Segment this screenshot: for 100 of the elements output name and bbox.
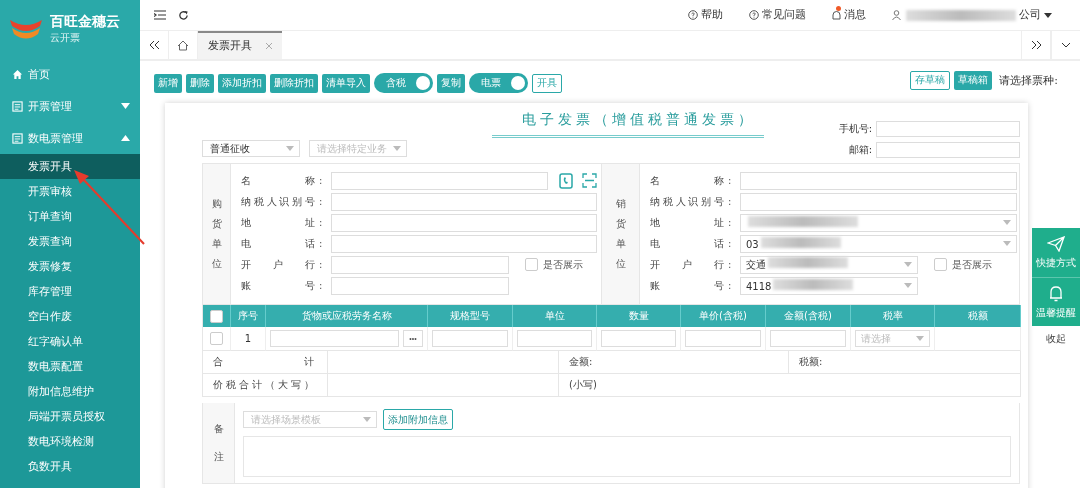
menu-icon[interactable] — [154, 10, 166, 20]
sidebar-subitem[interactable]: 订单查询 — [0, 204, 140, 229]
checkbox[interactable] — [210, 332, 223, 345]
sidebar-subitem[interactable]: 空白作废 — [0, 304, 140, 329]
input-field[interactable] — [876, 121, 1020, 137]
input-field[interactable] — [740, 171, 1017, 190]
brand-subtitle: 云开票 — [50, 31, 81, 45]
lowercase-label: (小写) — [569, 378, 597, 392]
sidebar-item[interactable]: 首页 — [0, 58, 140, 90]
sidebar-subitem[interactable]: 数电环境检测 — [0, 429, 140, 454]
select-field[interactable]: 请选择 — [855, 330, 930, 347]
bell-icon — [1049, 284, 1063, 302]
checkbox[interactable] — [934, 258, 947, 271]
scan-icon[interactable] — [582, 172, 597, 188]
scroll-left-icon[interactable] — [148, 40, 160, 50]
refresh-icon[interactable] — [178, 9, 189, 21]
user-icon — [892, 10, 901, 20]
checkbox[interactable] — [210, 309, 223, 323]
sidebar-subitem[interactable]: 开票审核 — [0, 179, 140, 204]
toggle-switch[interactable]: 电票 — [469, 73, 528, 93]
colon: : — [319, 175, 324, 186]
messages-link[interactable]: 消息 — [832, 8, 866, 22]
help-link[interactable]: 常见问题 — [749, 8, 806, 22]
side-label: 购货单位 — [211, 197, 222, 271]
invoice-icon — [12, 132, 23, 144]
total-label: 合计 — [213, 355, 317, 369]
sidebar-subitem[interactable]: 附加信息维护 — [0, 379, 140, 404]
toggle-switch[interactable]: 含税 — [374, 73, 433, 93]
amount-label: 金额: — [569, 355, 593, 369]
input-field[interactable] — [331, 276, 509, 295]
sidebar-subitem[interactable]: 库存管理 — [0, 279, 140, 304]
input-field[interactable] — [601, 330, 676, 347]
field-label: 账号 — [241, 278, 315, 293]
input-field[interactable] — [770, 330, 846, 347]
shortcut-button[interactable]: 快捷方式 — [1032, 228, 1080, 277]
home-icon — [12, 68, 23, 80]
field-label: 邮箱: — [848, 143, 872, 157]
shortcut-button[interactable]: 温馨提醒 — [1032, 277, 1080, 326]
input-field[interactable] — [517, 330, 592, 347]
scroll-right-icon[interactable] — [1030, 40, 1042, 50]
toolbar-button[interactable]: 清单导入 — [322, 73, 370, 93]
colon: : — [728, 217, 733, 228]
toolbar-button[interactable]: 草稿箱 — [954, 71, 993, 90]
close-icon[interactable] — [266, 43, 272, 49]
bell-icon — [832, 9, 841, 21]
sidebar-item[interactable]: 数电票管理 — [0, 122, 140, 154]
side-label: 备注 — [213, 421, 224, 464]
column-header: 税额 — [935, 305, 1021, 327]
sidebar-item[interactable]: 开票管理 — [0, 90, 140, 122]
field-label: 名称 — [650, 173, 724, 188]
input-field[interactable] — [331, 171, 548, 190]
colon: : — [319, 238, 324, 249]
input-field[interactable] — [331, 213, 597, 232]
select-field[interactable]: 03 — [740, 234, 1017, 253]
field-label: 纳税人识别号 — [241, 194, 315, 209]
checkbox[interactable] — [525, 258, 538, 271]
colon: : — [728, 280, 733, 291]
help-link[interactable]: 帮助 — [688, 8, 723, 22]
input-field[interactable] — [876, 142, 1020, 158]
home-icon[interactable] — [177, 39, 189, 51]
select-field[interactable]: 交通 — [740, 255, 918, 274]
sidebar-subitem[interactable]: 红字确认单 — [0, 329, 140, 354]
collapse-link[interactable]: 收起 — [1046, 332, 1066, 346]
input-field[interactable] — [685, 330, 761, 347]
toolbar-button[interactable]: 删除 — [186, 73, 214, 93]
sidebar-subitem[interactable]: 负数开具 — [0, 454, 140, 479]
select-field[interactable]: 普通征收 — [202, 140, 300, 157]
sidebar-subitem[interactable]: 发票查询 — [0, 229, 140, 254]
input-field[interactable] — [432, 330, 508, 347]
sidebar-subitem[interactable]: 发票开具 — [0, 154, 140, 179]
input-field[interactable] — [331, 192, 597, 211]
sidebar-subitem[interactable]: 发票修复 — [0, 254, 140, 279]
field-label: 电话 — [241, 236, 315, 251]
add-info-button[interactable]: 添加附加信息 — [383, 409, 453, 430]
sidebar-subitem[interactable]: 局端开票员授权 — [0, 404, 140, 429]
select-field[interactable]: 4118 — [740, 276, 918, 295]
chevron-down-icon[interactable] — [1061, 42, 1071, 48]
select-field[interactable] — [740, 213, 1017, 232]
help-icon — [688, 10, 698, 20]
column-header: 单价(含税) — [681, 305, 766, 327]
toolbar-button[interactable]: 开具 — [532, 73, 562, 93]
sidebar-subitem[interactable]: 数电票配置 — [0, 354, 140, 379]
colon: : — [728, 175, 733, 186]
remarks-field[interactable] — [243, 436, 1011, 477]
toolbar-button[interactable]: 存草稿 — [910, 71, 951, 90]
contact-book-icon[interactable] — [558, 172, 574, 189]
page-tab[interactable]: 发票开具 — [198, 31, 282, 59]
input-field[interactable] — [270, 330, 399, 347]
field-label: 名称 — [241, 173, 315, 188]
brand-name: 百旺金穗云 — [50, 13, 120, 31]
input-field[interactable] — [331, 234, 597, 253]
input-field[interactable] — [740, 192, 1017, 211]
input-field[interactable] — [331, 255, 509, 274]
toolbar-button[interactable]: 新增 — [154, 73, 182, 93]
field-label: 账号 — [650, 278, 724, 293]
toolbar-button[interactable]: 添加折扣 — [218, 73, 266, 93]
select-field[interactable]: 请选择场景模板 — [243, 411, 377, 428]
toolbar-button[interactable]: 删除折扣 — [270, 73, 318, 93]
toolbar-button[interactable]: 复制 — [437, 73, 465, 93]
select-field[interactable]: 请选择特定业务 — [309, 140, 407, 157]
